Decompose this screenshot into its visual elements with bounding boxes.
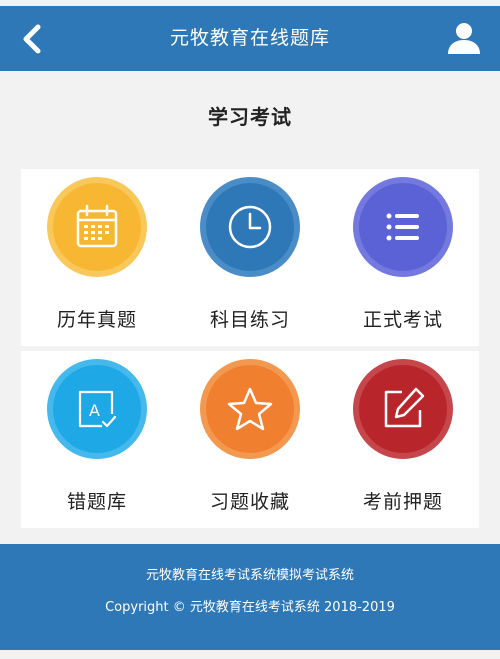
footer-copyright: Copyright © 元牧教育在线考试系统 2018-2019 <box>105 600 395 615</box>
star-icon <box>227 387 273 431</box>
tile-label: 历年真题 <box>56 309 137 331</box>
tile-circle <box>200 177 300 277</box>
edit-icon <box>384 387 425 428</box>
calendar-icon <box>76 204 118 248</box>
menu-card-row-1: 历年真题 科目练习 正式考试 <box>21 169 479 346</box>
tile-circle <box>47 177 147 277</box>
user-icon <box>448 23 480 54</box>
svg-text:A: A <box>89 401 100 420</box>
menu-card-row-2: A 错题库 习题收藏 考前押题 <box>21 351 479 528</box>
tile-favorites[interactable]: 习题收藏 <box>174 351 326 528</box>
section-title: 学习考试 <box>208 105 292 129</box>
tile-label: 正式考试 <box>362 309 443 331</box>
list-icon <box>386 213 419 241</box>
tile-label: 错题库 <box>66 491 127 513</box>
tile-wrong-questions[interactable]: A 错题库 <box>21 351 173 528</box>
tile-circle <box>353 177 453 277</box>
app-title: 元牧教育在线题库 <box>169 27 330 49</box>
tile-label: 考前押题 <box>362 491 443 513</box>
page: 元牧教育在线题库 学习考试 历年真题 科目练习 正式考试 A 错题库 习题收藏 … <box>0 0 500 659</box>
tile-pre-exam-predictions[interactable]: 考前押题 <box>327 351 479 528</box>
footer: 元牧教育在线考试系统模拟考试系统 Copyright © 元牧教育在线考试系统 … <box>0 544 500 650</box>
tile-past-exams[interactable]: 历年真题 <box>21 169 173 346</box>
tile-label: 科目练习 <box>209 309 290 331</box>
answer-sheet-icon: A <box>78 390 117 428</box>
footer-system-name: 元牧教育在线考试系统模拟考试系统 <box>145 568 354 583</box>
top-navigation-bar: 元牧教育在线题库 <box>0 6 500 71</box>
tile-label: 习题收藏 <box>209 491 290 513</box>
tile-subject-practice[interactable]: 科目练习 <box>174 169 326 346</box>
tile-circle: A <box>47 359 147 459</box>
tile-circle <box>353 359 453 459</box>
tile-formal-exam[interactable]: 正式考试 <box>327 169 479 346</box>
clock-icon <box>228 205 272 249</box>
tile-circle <box>200 359 300 459</box>
user-profile-button[interactable] <box>446 20 482 56</box>
